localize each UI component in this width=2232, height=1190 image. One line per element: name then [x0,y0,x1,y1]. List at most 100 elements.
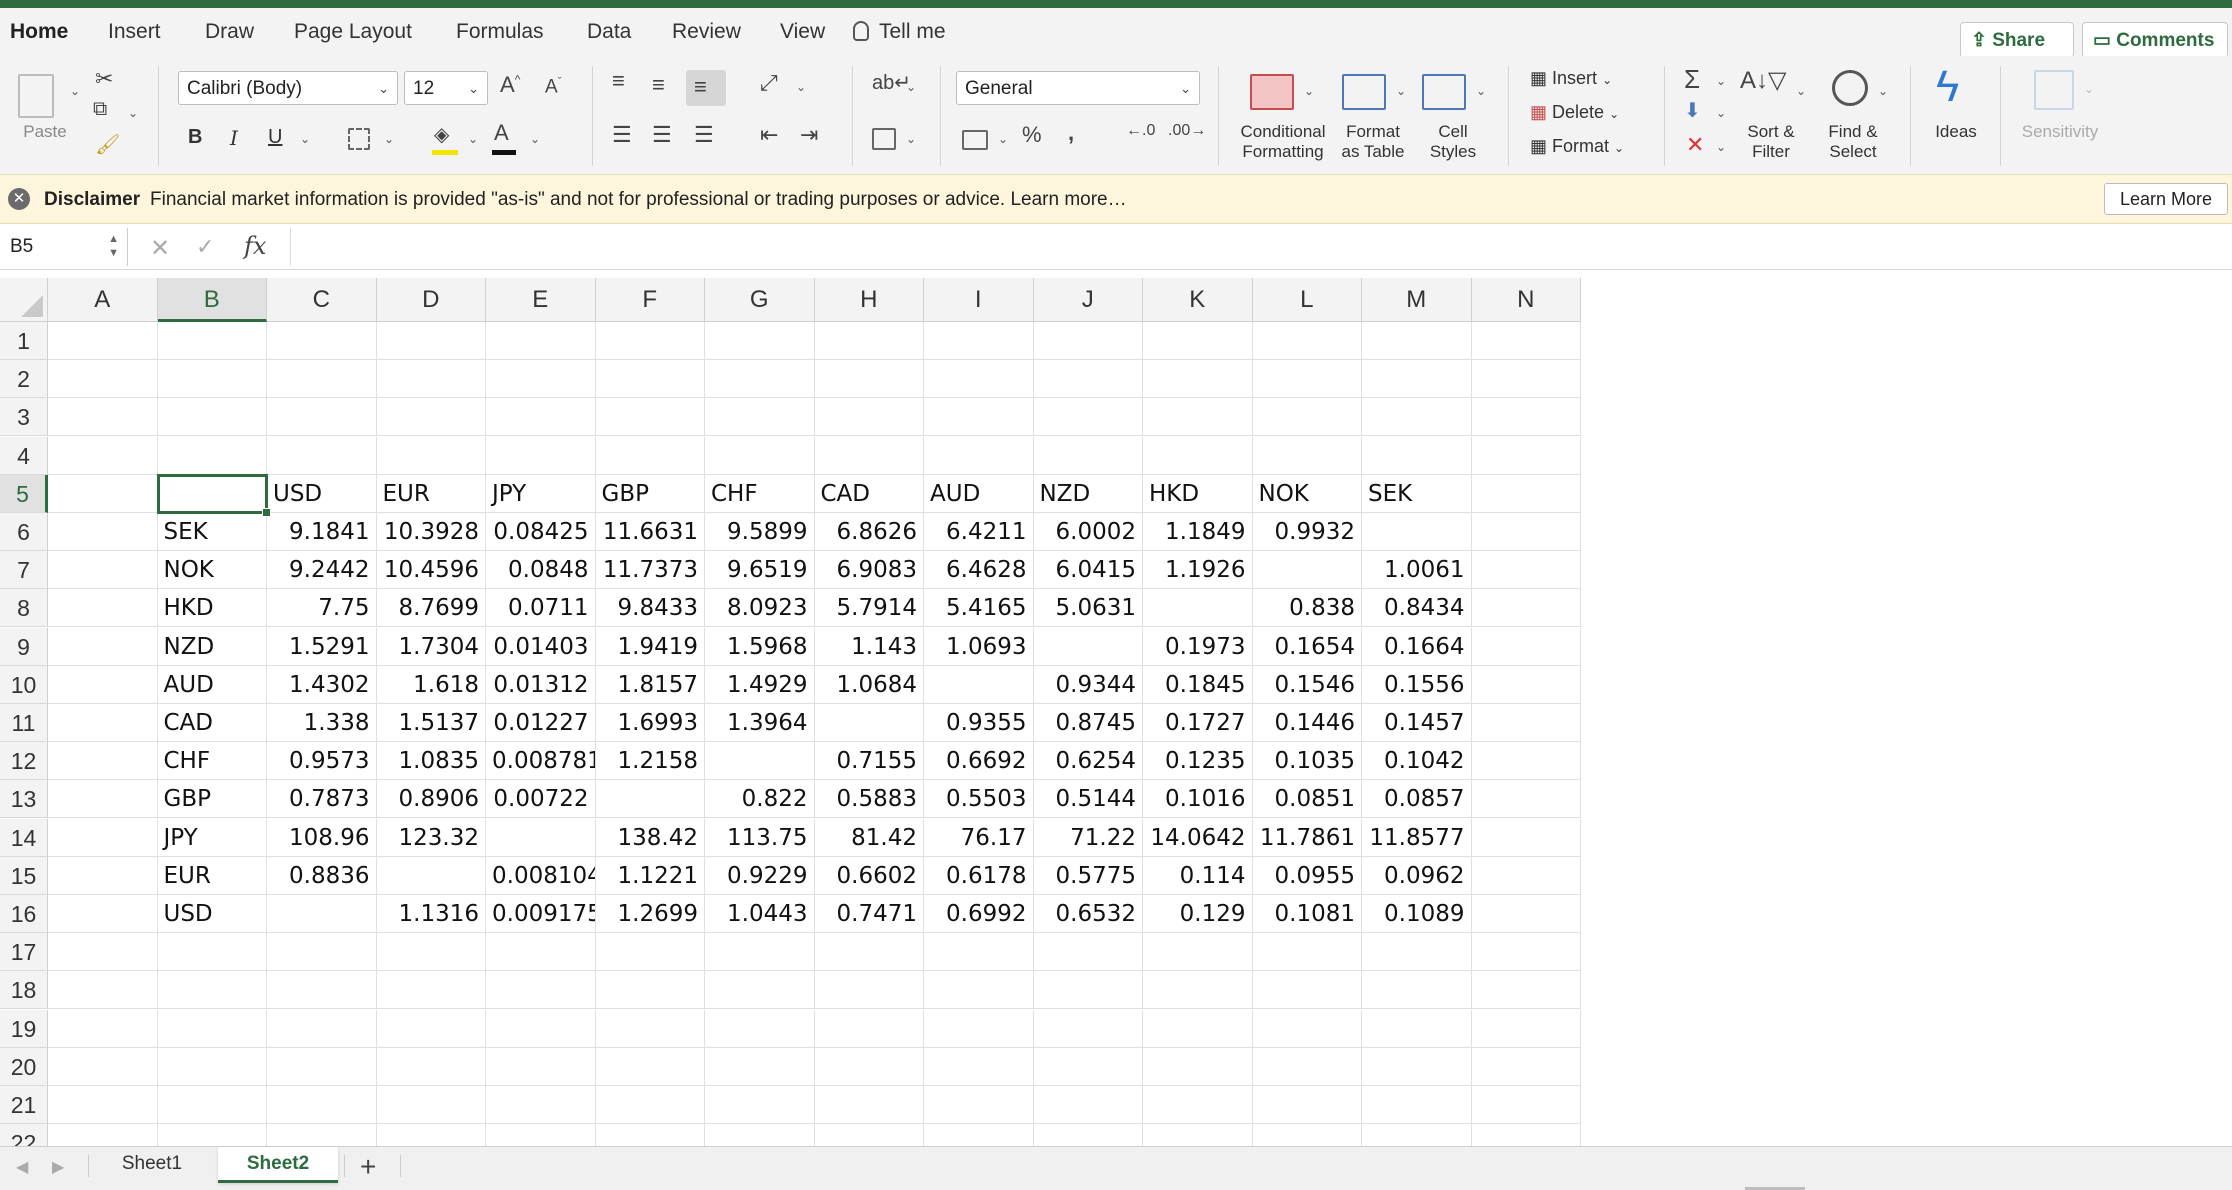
cell-f21[interactable] [595,1086,705,1124]
cell-c7[interactable]: 9.2442 [267,551,377,590]
cell-j12[interactable]: 0.6254 [1033,742,1143,781]
row-header-14[interactable]: 14 [0,818,48,857]
cell-d8[interactable]: 8.7699 [376,589,486,628]
ideas-label[interactable]: Ideas [1926,122,1986,142]
clear-icon[interactable]: ✕ [1686,132,1704,158]
cell-g12[interactable] [705,742,815,781]
cell-h10[interactable]: 1.0684 [814,665,924,704]
cell-g17[interactable] [705,933,815,972]
cell-f4[interactable] [595,436,705,475]
cell-n9[interactable] [1471,627,1581,666]
column-header-d[interactable]: D [376,278,486,322]
cell-b20[interactable] [157,1047,267,1086]
cell-b14[interactable]: JPY [157,818,267,857]
column-header-m[interactable]: M [1362,278,1472,322]
cell-l20[interactable] [1252,1047,1362,1086]
conditional-formatting-label[interactable]: Conditional Formatting [1228,122,1338,162]
cell-c10[interactable]: 1.4302 [267,665,377,704]
row-header-10[interactable]: 10 [0,665,48,704]
cell-f3[interactable] [595,398,705,437]
cell-g11[interactable]: 1.3964 [705,704,815,742]
cell-e9[interactable]: 0.01403 [486,627,596,666]
cell-f8[interactable]: 9.8433 [595,589,705,628]
cell-h22[interactable] [815,1124,924,1146]
cell-b8[interactable]: HKD [157,589,267,628]
cell-l19[interactable] [1252,1009,1362,1048]
cell-d21[interactable] [376,1086,486,1124]
cell-m11[interactable]: 0.1457 [1362,704,1472,742]
cell-g14[interactable]: 113.75 [705,818,815,857]
cell-d12[interactable]: 1.0835 [376,742,486,781]
cell-d10[interactable]: 1.618 [376,665,486,704]
cell-l21[interactable] [1252,1086,1362,1124]
next-sheet-icon[interactable]: ▶ [52,1157,64,1177]
cell-a18[interactable] [48,971,158,1010]
cell-c22[interactable] [267,1124,377,1146]
find-select-dropdown-icon[interactable]: ⌄ [1878,84,1888,98]
paste-icon[interactable] [18,74,54,118]
cell-a17[interactable] [48,933,158,972]
cell-h21[interactable] [814,1086,924,1124]
cell-l3[interactable] [1252,398,1362,437]
share-button[interactable]: ⇪ Share [1960,22,2074,58]
cell-h16[interactable]: 0.7471 [814,895,924,933]
cell-m3[interactable] [1362,398,1472,437]
cell-k14[interactable]: 14.0642 [1143,818,1253,857]
cell-n4[interactable] [1471,436,1581,475]
cell-g7[interactable]: 9.6519 [705,551,815,590]
cell-b15[interactable]: EUR [157,856,267,895]
previous-sheet-icon[interactable]: ◀ [16,1157,28,1177]
row-header-18[interactable]: 18 [0,971,48,1010]
cell-i22[interactable] [924,1124,1034,1146]
cell-b3[interactable] [157,398,267,437]
tab-home[interactable]: Home [10,20,68,44]
cell-k5[interactable]: HKD [1143,474,1253,513]
cell-a10[interactable] [48,665,158,704]
cell-k9[interactable]: 0.1973 [1143,627,1253,666]
cell-d17[interactable] [376,933,486,972]
cell-c14[interactable]: 108.96 [267,818,377,857]
cell-d18[interactable] [376,971,486,1010]
cell-e16[interactable]: 0.009175 [486,895,596,933]
cell-g2[interactable] [705,360,815,399]
cell-m22[interactable] [1362,1124,1472,1146]
cell-f22[interactable] [596,1124,705,1146]
cell-i17[interactable] [924,933,1034,972]
cell-b6[interactable]: SEK [157,513,267,551]
cell-h19[interactable] [814,1009,924,1048]
cell-j17[interactable] [1033,933,1143,972]
cell-b16[interactable]: USD [157,895,267,933]
cell-f13[interactable] [595,780,705,819]
cell-n17[interactable] [1471,933,1581,972]
cell-e15[interactable]: 0.008104 [486,856,596,895]
cell-f9[interactable]: 1.9419 [595,627,705,666]
cell-h20[interactable] [814,1047,924,1086]
cell-n8[interactable] [1471,589,1581,628]
cell-e3[interactable] [486,398,596,437]
cell-a12[interactable] [48,742,158,781]
sort-filter-label[interactable]: Sort & Filter [1736,122,1806,162]
cell-j20[interactable] [1033,1047,1143,1086]
cell-a20[interactable] [48,1047,158,1086]
cell-h18[interactable] [814,971,924,1010]
cell-h17[interactable] [814,933,924,972]
cell-m9[interactable]: 0.1664 [1362,627,1472,666]
tab-draw[interactable]: Draw [205,20,254,44]
cell-k11[interactable]: 0.1727 [1143,704,1253,742]
cell-d16[interactable]: 1.1316 [376,895,486,933]
cell-c5[interactable]: USD [267,474,377,513]
column-header-e[interactable]: E [486,278,596,322]
row-header-22[interactable]: 22 [0,1124,48,1146]
cell-f11[interactable]: 1.6993 [595,704,705,742]
column-header-j[interactable]: J [1033,278,1143,322]
cell-i14[interactable]: 76.17 [924,818,1034,857]
cell-j14[interactable]: 71.22 [1033,818,1143,857]
cell-i20[interactable] [924,1047,1034,1086]
row-header-13[interactable]: 13 [0,780,48,819]
name-box[interactable]: B5 ▲ ▼ [0,228,128,266]
cell-i19[interactable] [924,1009,1034,1048]
cell-k19[interactable] [1143,1009,1253,1048]
cell-i16[interactable]: 0.6992 [924,895,1034,933]
cell-l17[interactable] [1252,933,1362,972]
row-header-21[interactable]: 21 [0,1086,48,1124]
